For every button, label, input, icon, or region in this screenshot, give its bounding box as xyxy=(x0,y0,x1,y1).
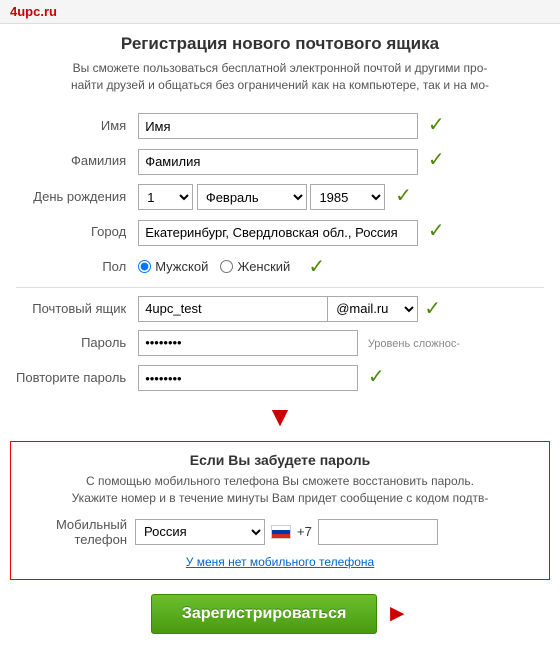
surname-check-icon: ✓ xyxy=(428,149,445,171)
surname-row: Фамилия ✓ xyxy=(10,143,550,179)
phone-row-outer: Мобильный телефон Россия Другая страна +… xyxy=(25,517,535,547)
confirm-input[interactable] xyxy=(138,365,358,391)
no-phone-link[interactable]: У меня нет мобильного телефона xyxy=(25,555,535,569)
name-field-cell: ✓ xyxy=(132,108,550,144)
dob-label: День рождения xyxy=(10,179,132,215)
strength-label: Уровень сложнос- xyxy=(368,338,460,350)
phone-row-inner: Россия Другая страна +7 xyxy=(135,519,438,545)
page-title: Регистрация нового почтового ящика xyxy=(10,34,550,54)
surname-field-cell: ✓ xyxy=(132,143,550,179)
confirm-row: Повторите пароль ✓ xyxy=(10,360,550,396)
name-row: Имя ✓ xyxy=(10,108,550,144)
dob-check-icon: ✓ xyxy=(395,185,412,207)
gender-male-radio[interactable] xyxy=(138,260,151,273)
city-row: Город ✓ xyxy=(10,214,550,250)
page-desc: Вы сможете пользоваться бесплатной элект… xyxy=(10,60,550,94)
city-input[interactable] xyxy=(138,220,418,246)
name-input[interactable] xyxy=(138,113,418,139)
phone-input[interactable] xyxy=(318,519,438,545)
password-field-cell: Уровень сложнос- xyxy=(132,326,550,360)
gender-female-text: Женский xyxy=(237,259,290,274)
phone-prefix: +7 xyxy=(297,524,312,539)
email-check-icon: ✓ xyxy=(424,296,441,321)
gender-area: Мужской Женский ✓ xyxy=(138,254,544,279)
email-field-cell: @mail.ru @inbox.ru @list.ru @bk.ru ✓ xyxy=(132,292,550,326)
arrow-right-icon: ► xyxy=(385,600,409,628)
recovery-section: Если Вы забудете пароль С помощью мобиль… xyxy=(10,441,550,580)
city-label: Город xyxy=(10,214,132,250)
email-label: Почтовый ящик xyxy=(10,292,132,326)
dob-field-cell: 1 2345 Январь Февраль МартАпрельМай Июнь… xyxy=(132,179,550,215)
gender-male-text: Мужской xyxy=(155,259,208,274)
main-container: Регистрация нового почтового ящика Вы см… xyxy=(0,24,560,654)
register-btn-row: Зарегистрироваться ► xyxy=(10,594,550,634)
site-logo[interactable]: 4upc.ru xyxy=(10,4,57,19)
registration-form: Имя ✓ Фамилия ✓ День рождения 1 2345 xyxy=(10,108,550,396)
divider-row xyxy=(10,283,550,292)
city-field-cell: ✓ xyxy=(132,214,550,250)
arrow-down-area: ▼ xyxy=(10,403,550,431)
surname-input[interactable] xyxy=(138,149,418,175)
dob-year-select[interactable]: 1985 19841986 xyxy=(310,184,385,210)
gender-check-icon: ✓ xyxy=(308,254,325,279)
gender-female-radio[interactable] xyxy=(220,260,233,273)
gender-male-label[interactable]: Мужской xyxy=(138,259,208,274)
city-check-icon: ✓ xyxy=(428,220,445,242)
email-domain-select[interactable]: @mail.ru @inbox.ru @list.ru @bk.ru xyxy=(328,296,418,322)
confirm-field-cell: ✓ xyxy=(132,360,550,396)
name-label: Имя xyxy=(10,108,132,144)
name-check-icon: ✓ xyxy=(428,114,445,136)
russia-flag-icon xyxy=(271,525,291,539)
gender-field-cell: Мужской Женский ✓ xyxy=(132,250,550,283)
email-row: Почтовый ящик @mail.ru @inbox.ru @list.r… xyxy=(10,292,550,326)
recovery-desc: С помощью мобильного телефона Вы сможете… xyxy=(25,473,535,507)
dob-day-select[interactable]: 1 2345 xyxy=(138,184,193,210)
confirm-check-icon: ✓ xyxy=(368,366,385,388)
password-row: Пароль Уровень сложнос- xyxy=(10,326,550,360)
surname-label: Фамилия xyxy=(10,143,132,179)
password-input[interactable] xyxy=(138,330,358,356)
gender-label: Пол xyxy=(10,250,132,283)
recovery-title: Если Вы забудете пароль xyxy=(25,452,535,468)
dob-row: День рождения 1 2345 Январь Февраль Март… xyxy=(10,179,550,215)
email-row-inner: @mail.ru @inbox.ru @list.ru @bk.ru ✓ xyxy=(138,296,544,322)
country-select[interactable]: Россия Другая страна xyxy=(135,519,265,545)
gender-row: Пол Мужской Женский ✓ xyxy=(10,250,550,283)
confirm-label: Повторите пароль xyxy=(10,360,132,396)
dob-month-select[interactable]: Январь Февраль МартАпрельМай ИюньИюльАвг… xyxy=(197,184,307,210)
gender-female-label[interactable]: Женский xyxy=(220,259,290,274)
password-label: Пароль xyxy=(10,326,132,360)
top-bar: 4upc.ru xyxy=(0,0,560,24)
phone-label: Мобильный телефон xyxy=(25,517,135,547)
email-name-input[interactable] xyxy=(138,296,328,322)
register-button[interactable]: Зарегистрироваться xyxy=(151,594,377,634)
arrow-down-icon: ▼ xyxy=(266,403,294,431)
